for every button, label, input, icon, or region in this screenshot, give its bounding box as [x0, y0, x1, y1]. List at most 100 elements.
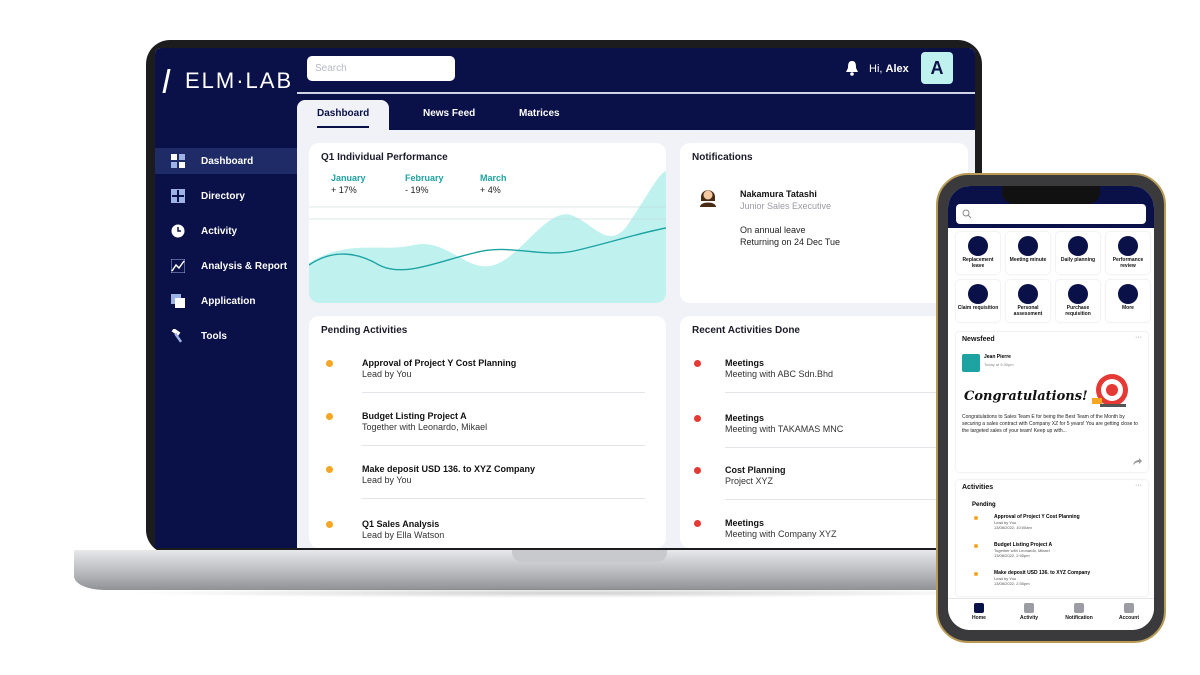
- tab-label: News Feed: [423, 108, 476, 119]
- tile-meeting-minute[interactable]: Meeting minute: [1006, 232, 1050, 274]
- more-icon: [1118, 284, 1138, 304]
- month-change: + 4%: [480, 185, 501, 195]
- avatar[interactable]: A: [921, 52, 953, 84]
- list-item[interactable]: Budget Listing Project A Together with L…: [309, 408, 666, 458]
- pending-activities-card: Pending Activities Approval of Project Y…: [309, 316, 666, 548]
- sidebar-item-tools[interactable]: Tools: [155, 323, 297, 349]
- sidebar-item-dashboard[interactable]: Dashboard: [155, 148, 297, 174]
- list-item[interactable]: Q1 Sales Analysis Lead by Ella Watson: [309, 516, 666, 548]
- tile-label: Purchase requisition: [1065, 305, 1091, 317]
- greeting: Hi, Alex: [869, 63, 909, 75]
- tile-daily-planning[interactable]: Daily planning: [1056, 232, 1100, 274]
- person-icon: [968, 236, 988, 256]
- list-item[interactable]: Approval of Project Y Cost Planning Lead…: [309, 355, 666, 405]
- more-dots-icon[interactable]: ···: [1135, 482, 1142, 489]
- laptop-notch: [512, 550, 667, 562]
- divider: [725, 499, 968, 500]
- tile-more[interactable]: More: [1106, 280, 1150, 322]
- pending-title: Pending Activities: [321, 325, 408, 336]
- month-january: January + 17%: [331, 173, 366, 195]
- sidebar-item-directory[interactable]: Directory: [155, 183, 297, 209]
- phone-search-input[interactable]: [956, 204, 1146, 224]
- status-dot: [974, 516, 978, 520]
- share-icon[interactable]: [1132, 458, 1142, 466]
- phone-screen: Replacement leave Meeting minute Daily p…: [948, 186, 1154, 630]
- device-mockup-stage: ELM·LAB Dashboard Directory Activity Ana…: [0, 0, 1200, 675]
- phone-tab-account[interactable]: Account: [1104, 603, 1154, 621]
- performance-chart: [309, 171, 666, 303]
- logo-text: ELM·LAB: [185, 68, 294, 93]
- activities-title: Activities: [962, 484, 994, 491]
- sidebar-item-activity[interactable]: Activity: [155, 218, 297, 244]
- laptop-base: [74, 550, 1054, 590]
- sidebar-item-application[interactable]: Application: [155, 288, 297, 314]
- list-item[interactable]: Cost Planning Project XYZ: [680, 462, 968, 512]
- list-item[interactable]: Meetings Meeting with TAKAMAS MNC: [680, 410, 968, 460]
- recent-activities-card: Recent Activities Done Meetings Meeting …: [680, 316, 968, 548]
- phone-newsfeed-card: Newsfeed ··· Jean Pierre Today at 9:30pm…: [956, 332, 1148, 472]
- phone-tab-notification[interactable]: Notification: [1054, 603, 1104, 621]
- document-icon: [1018, 236, 1038, 256]
- list-item[interactable]: Budget Listing Project A Together with L…: [956, 542, 1148, 568]
- notifications-title: Notifications: [692, 152, 753, 163]
- tab-news-feed[interactable]: News Feed: [403, 100, 495, 130]
- list-item[interactable]: Meetings Meeting with Company XYZ: [680, 515, 968, 548]
- activity-title: Make deposit USD 136. to XYZ Company: [362, 464, 536, 474]
- bell-icon: [1074, 603, 1084, 613]
- tile-claim-requisition[interactable]: Claim requisition: [956, 280, 1000, 322]
- activity-sub: Lead by You: [362, 475, 412, 485]
- clipboard-icon: [1068, 236, 1088, 256]
- month-name: February: [405, 173, 444, 183]
- tab-dashboard[interactable]: Dashboard: [297, 100, 390, 130]
- performance-card: Q1 Individual Performance January + 17% …: [309, 143, 666, 303]
- status-dot: [694, 467, 701, 474]
- copy-icon: [171, 294, 185, 308]
- tab-bar: Dashboard News Feed Matrices: [297, 94, 975, 130]
- tile-personal-assessment[interactable]: Personal assessment: [1006, 280, 1050, 322]
- notification-name: Nakamura Tatashi: [740, 189, 817, 199]
- list-item[interactable]: Make deposit USD 136. to XYZ Company Lea…: [956, 570, 1148, 596]
- search-input[interactable]: Search: [307, 56, 455, 81]
- list-item[interactable]: Meetings Meeting with ABC Sdn.Bhd: [680, 355, 968, 405]
- phone-tab-bar: Home Activity Notification Account: [948, 598, 1154, 630]
- sidebar-item-analysis-report[interactable]: Analysis & Report: [155, 253, 297, 279]
- activity-title: Budget Listing Project A: [362, 411, 467, 421]
- sidebar-item-label: Analysis & Report: [201, 260, 288, 272]
- phone-tab-label: Home: [972, 615, 986, 621]
- target-icon: [1118, 236, 1138, 256]
- list-item[interactable]: Approval of Project Y Cost Planning Lead…: [956, 514, 1148, 540]
- user-name: Alex: [885, 63, 909, 75]
- tab-matrices[interactable]: Matrices: [499, 100, 580, 130]
- activity-title: Cost Planning: [725, 465, 786, 475]
- tile-replacement-leave[interactable]: Replacement leave: [956, 232, 1000, 274]
- status-dot: [326, 413, 333, 420]
- author-name: Jean Pierre: [984, 354, 1011, 360]
- activity-title: Meetings: [725, 413, 765, 423]
- tile-performance-review[interactable]: Performance review: [1106, 232, 1150, 274]
- search-icon: [962, 209, 972, 219]
- notification-line2: Returning on 24 Dec Tue: [740, 237, 841, 247]
- list-item[interactable]: Make deposit USD 136. to XYZ Company Lea…: [309, 461, 666, 511]
- recent-title: Recent Activities Done: [692, 325, 800, 336]
- status-dot: [974, 544, 978, 548]
- phone-tab-activity[interactable]: Activity: [1004, 603, 1054, 621]
- phone-tab-label: Activity: [1019, 615, 1039, 621]
- tab-label: Dashboard: [317, 108, 370, 119]
- laptop-shadow: [120, 588, 1020, 598]
- more-dots-icon[interactable]: ···: [1135, 334, 1142, 341]
- phone-tab-home[interactable]: Home: [954, 603, 1004, 621]
- tile-label: Replacement leave: [962, 257, 994, 269]
- receipt-icon: [968, 284, 988, 304]
- sidebar: ELM·LAB Dashboard Directory Activity Ana…: [155, 48, 297, 548]
- month-change: - 19%: [405, 185, 429, 195]
- activity-date: 13/08/2022, 2:00pm: [994, 553, 1030, 558]
- tab-label: Matrices: [519, 108, 560, 119]
- phone-activities-card: Activities ··· Pending Approval of Proje…: [956, 480, 1148, 596]
- phone-notch: [1002, 186, 1100, 204]
- divider: [362, 392, 645, 393]
- cart-icon: [1068, 284, 1088, 304]
- tile-purchase-requisition[interactable]: Purchase requisition: [1056, 280, 1100, 322]
- sidebar-item-label: Application: [201, 295, 256, 307]
- activity-sub: Together with Leonardo, Mikael: [362, 422, 488, 432]
- bell-icon[interactable]: [845, 60, 859, 81]
